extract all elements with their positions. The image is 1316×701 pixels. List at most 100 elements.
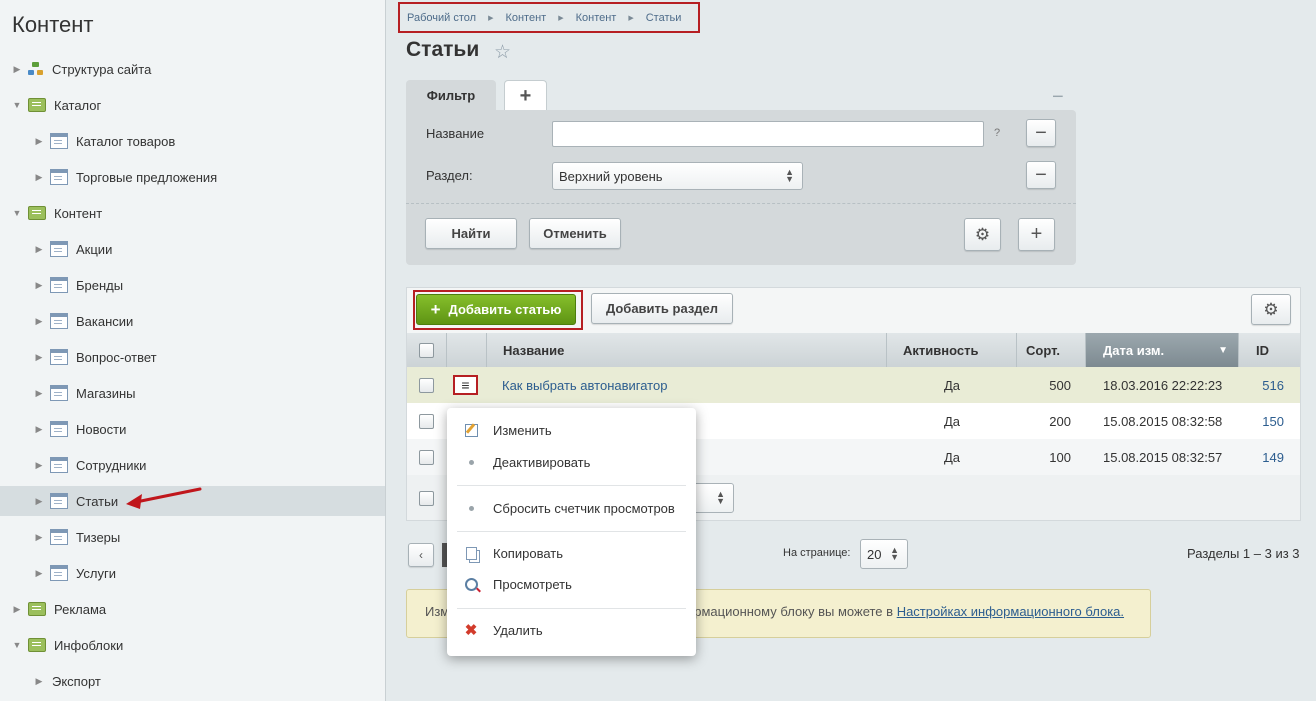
sidebar-item[interactable]: ▶ Структура сайта (0, 54, 385, 84)
expand-arrow-icon[interactable]: ▶ (34, 424, 44, 435)
sidebar-item[interactable]: ▶ Новости (0, 414, 385, 444)
add-filter-tab-button[interactable]: + (504, 80, 547, 111)
expand-arrow-icon[interactable]: ▶ (34, 496, 44, 507)
sidebar-item[interactable]: ▶ Услуги (0, 558, 385, 588)
tab-filter[interactable]: Фильтр (406, 80, 496, 110)
row-checkbox[interactable] (419, 450, 434, 465)
delete-x-icon: ✖ (464, 622, 478, 639)
expand-arrow-icon[interactable]: ▶ (34, 172, 44, 183)
row-actions-menu-icon[interactable]: ≡ (453, 375, 478, 395)
expand-arrow-icon[interactable]: ▶ (34, 244, 44, 255)
row-id-link[interactable]: 149 (1239, 439, 1284, 475)
minimize-icon[interactable]: − (1052, 86, 1064, 109)
prev-page-button[interactable]: ‹ (408, 543, 434, 567)
group-action-select[interactable]: ▲ ▼ (690, 483, 734, 513)
module-icon (28, 206, 46, 220)
header-active[interactable]: Активность (887, 333, 1017, 367)
sidebar-item-label: Акции (76, 241, 113, 257)
menu-item-delete[interactable]: ✖ Удалить (447, 616, 696, 644)
row-sort: 500 (1049, 377, 1071, 393)
expand-arrow-icon[interactable]: ▶ (34, 460, 44, 471)
sidebar-item[interactable]: ▶ Экспорт (0, 666, 385, 696)
annotation-arrow-icon (126, 487, 202, 509)
add-article-button[interactable]: + Добавить статью (416, 294, 576, 325)
expand-arrow-icon[interactable]: ▶ (34, 316, 44, 327)
header-name[interactable]: Название (487, 333, 887, 367)
row-id-link[interactable]: 516 (1239, 367, 1284, 403)
table-row[interactable]: Как выбрать автонавигатор Да 500 18.03.2016… (407, 367, 1300, 403)
breadcrumb-item-content-2[interactable]: Контент (576, 12, 617, 24)
breadcrumb-item-articles[interactable]: Статьи (646, 12, 682, 24)
sidebar-item[interactable]: ▶ Тизеры (0, 522, 385, 552)
row-name-link[interactable]: Как выбрать автонавигатор (502, 367, 882, 403)
menu-item-reset-views[interactable]: Сбросить счетчик просмотров (447, 494, 696, 522)
header-id[interactable]: ID (1239, 333, 1300, 367)
sidebar-item[interactable]: ▶ Бренды (0, 270, 385, 300)
sidebar-item[interactable]: ▼ Контент (0, 198, 385, 228)
row-checkbox[interactable] (419, 414, 434, 429)
header-date[interactable]: Дата изм. ▼ (1086, 333, 1239, 367)
group-action-checkbox[interactable] (419, 491, 434, 506)
find-button[interactable]: Найти (425, 218, 517, 249)
row-active: Да (943, 449, 961, 465)
help-icon[interactable]: ? (994, 127, 1000, 139)
remove-name-filter-button[interactable]: − (1026, 119, 1056, 147)
expand-arrow-icon[interactable]: ▶ (34, 352, 44, 363)
row-date: 15.08.2015 08:32:57 (1103, 449, 1223, 465)
breadcrumb-separator-icon: ▶ (558, 14, 564, 22)
sidebar-item[interactable]: ▶ Торговые предложения (0, 162, 385, 192)
star-icon[interactable]: ☆ (494, 41, 511, 64)
menu-item-view[interactable]: Просмотреть (447, 570, 696, 598)
add-filter-field-button[interactable]: + (1018, 218, 1055, 251)
collapse-arrow-icon[interactable]: ▼ (12, 640, 22, 650)
iblock-settings-link[interactable]: Настройках информационного блока. (897, 604, 1124, 619)
row-context-menu: Изменить Деактивировать Сбросить счетчик… (447, 408, 696, 656)
sidebar-item[interactable]: ▶ Магазины (0, 378, 385, 408)
section-select[interactable]: Верхний уровень ▲ ▼ (552, 162, 803, 190)
expand-arrow-icon[interactable]: ▶ (34, 280, 44, 291)
expand-arrow-icon[interactable]: ▶ (12, 604, 22, 615)
expand-arrow-icon[interactable]: ▶ (12, 64, 22, 75)
menu-item-deactivate[interactable]: Деактивировать (447, 448, 696, 476)
expand-arrow-icon[interactable]: ▶ (34, 136, 44, 147)
header-sort[interactable]: Сорт. (1017, 333, 1086, 367)
sidebar-item[interactable]: ▼ Инфоблоки (0, 630, 385, 660)
sidebar-item[interactable]: ▶ Вопрос-ответ (0, 342, 385, 372)
sidebar-item-label: Сотрудники (76, 457, 147, 473)
collapse-arrow-icon[interactable]: ▼ (12, 100, 22, 110)
filter-settings-gear-icon[interactable]: ⚙ (964, 218, 1001, 251)
per-page-select[interactable]: 20 ▲ ▼ (860, 539, 908, 569)
collapse-arrow-icon[interactable]: ▼ (12, 208, 22, 218)
select-all-checkbox[interactable] (419, 343, 434, 358)
expand-arrow-icon[interactable]: ▶ (34, 388, 44, 399)
expand-arrow-icon[interactable]: ▶ (34, 676, 44, 687)
breadcrumb-item-desktop[interactable]: Рабочий стол (407, 12, 476, 24)
iblock-icon (50, 457, 68, 473)
menu-item-copy[interactable]: Копировать (447, 539, 696, 567)
remove-section-filter-button[interactable]: − (1026, 161, 1056, 189)
name-filter-input[interactable] (552, 121, 984, 147)
row-id-link[interactable]: 150 (1239, 403, 1284, 439)
breadcrumb-item-content[interactable]: Контент (505, 12, 546, 24)
sidebar-item[interactable]: ▶ Каталог товаров (0, 126, 385, 156)
sidebar-item[interactable]: ▶ Акции (0, 234, 385, 264)
grid-settings-gear-icon[interactable]: ⚙ (1251, 294, 1291, 325)
sidebar-item[interactable]: ▶ Сотрудники (0, 450, 385, 480)
sidebar-item[interactable]: ▶ Реклама (0, 594, 385, 624)
expand-arrow-icon[interactable]: ▶ (34, 532, 44, 543)
menu-separator (457, 485, 686, 486)
header-date-label: Дата изм. (1103, 342, 1165, 358)
iblock-icon (50, 133, 68, 149)
cancel-button[interactable]: Отменить (529, 218, 621, 249)
dot-icon (463, 500, 479, 516)
menu-item-edit[interactable]: Изменить (447, 416, 696, 444)
row-active: Да (943, 377, 961, 393)
breadcrumb: Рабочий стол ▶ Контент ▶ Контент ▶ Стать… (398, 2, 700, 33)
sidebar-item-label: Контент (54, 205, 103, 221)
sidebar-item[interactable]: ▼ Каталог (0, 90, 385, 120)
expand-arrow-icon[interactable]: ▶ (34, 568, 44, 579)
menu-item-delete-label: Удалить (493, 622, 543, 638)
add-section-button[interactable]: Добавить раздел (591, 293, 733, 324)
sidebar-item[interactable]: ▶ Вакансии (0, 306, 385, 336)
row-checkbox[interactable] (419, 378, 434, 393)
